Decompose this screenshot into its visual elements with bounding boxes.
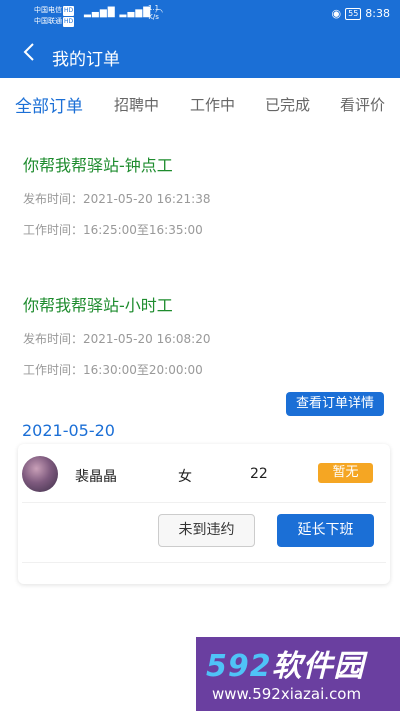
- status-right: ◉ 55 8:38: [332, 7, 391, 20]
- watermark-logo: 592软件园: [206, 649, 365, 684]
- divider: [22, 502, 386, 503]
- order-title[interactable]: 你帮我帮驿站-钟点工: [23, 152, 173, 176]
- worker-card: 裴晶晶 女 22 暂无 未到违约 延长下班: [18, 444, 390, 584]
- tab-completed[interactable]: 已完成: [265, 94, 310, 115]
- chevron-left-icon: [23, 43, 34, 61]
- order-work-time: 工作时间：16:30:00至20:00:00: [23, 363, 203, 377]
- carrier-2: 中国联通: [34, 17, 62, 25]
- tab-working[interactable]: 工作中: [190, 94, 235, 115]
- extend-shift-button[interactable]: 延长下班: [277, 514, 374, 547]
- divider: [22, 562, 386, 563]
- carrier-1: 中国电信: [34, 6, 62, 14]
- watermark: 592软件园 www.592xiazai.com: [196, 637, 400, 711]
- app-header: 我的订单: [0, 32, 400, 78]
- order-work-time: 工作时间：16:25:00至16:35:00: [23, 223, 203, 237]
- tab-reviews[interactable]: 看评价: [340, 94, 385, 115]
- order-publish-time: 发布时间：2021-05-20 16:21:38: [23, 192, 211, 206]
- clock: 8:38: [365, 7, 390, 20]
- battery-icon: 55: [345, 7, 362, 20]
- status-bar: 中国电信 HD 中国联通 HD ▂▄▆█ ▂▄▆█ ◠ 1.1 K/s ◉ 55 8…: [0, 0, 400, 32]
- worker-age: 22: [250, 466, 268, 482]
- worker-name: 裴晶晶: [75, 469, 117, 485]
- network-speed: 1.1 K/s: [148, 4, 160, 21]
- hd-badge: HD: [63, 6, 75, 16]
- worker-gender: 女: [178, 469, 192, 485]
- order-tabs: 全部订单 招聘中 工作中 已完成 看评价: [0, 88, 400, 124]
- absent-breach-button[interactable]: 未到违约: [158, 514, 255, 547]
- eye-icon: ◉: [331, 7, 342, 20]
- avatar[interactable]: [22, 456, 58, 492]
- back-button[interactable]: [22, 42, 46, 68]
- order-date: 2021-05-20: [22, 421, 115, 440]
- order-title[interactable]: 你帮我帮驿站-小时工: [23, 292, 173, 316]
- tab-recruiting[interactable]: 招聘中: [114, 94, 159, 115]
- status-badge: 暂无: [318, 463, 373, 483]
- view-order-detail-button[interactable]: 查看订单详情: [286, 392, 384, 416]
- hd-badge: HD: [63, 17, 75, 27]
- order-publish-time: 发布时间：2021-05-20 16:08:20: [23, 332, 211, 346]
- tab-all-orders[interactable]: 全部订单: [15, 92, 83, 117]
- page-title: 我的订单: [52, 50, 120, 70]
- carrier-info: 中国电信 HD 中国联通 HD: [34, 5, 75, 27]
- watermark-url: www.592xiazai.com: [212, 685, 362, 703]
